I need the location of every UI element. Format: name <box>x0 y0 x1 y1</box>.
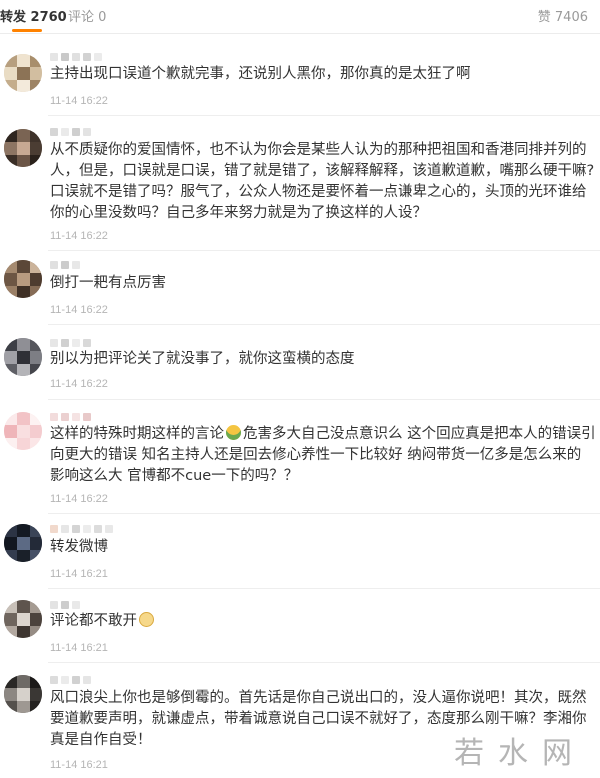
divider <box>48 588 600 589</box>
comment-text: 从不质疑你的爱国情怀，也不认为你会是某些人认为的那种把祖国和香港同排并列的人，但… <box>50 142 595 221</box>
comment-text: 转发微博 <box>50 539 108 555</box>
username-blurred[interactable] <box>50 598 80 612</box>
username-blurred[interactable] <box>50 336 91 350</box>
comment-time: 11-14 16:22 <box>50 95 108 107</box>
comment-text: 主持出现口误道个歉就完事，还说别人黑你，那你真的是太狂了啊 <box>50 66 471 82</box>
melon-emoji-icon <box>226 425 241 440</box>
comment-text-part: 这样的特殊时期这样的言论 <box>50 426 224 442</box>
comment-time: 11-14 16:22 <box>50 304 108 316</box>
divider <box>48 250 600 251</box>
avatar[interactable] <box>4 600 42 638</box>
username-blurred[interactable] <box>50 125 91 139</box>
tab-like[interactable]: 赞 7406 <box>538 6 588 25</box>
username-blurred[interactable] <box>50 673 91 687</box>
comment-text: 别以为把评论关了就没事了，就你这蛮横的态度 <box>50 351 355 367</box>
comment-time: 11-14 16:22 <box>50 378 108 390</box>
avatar[interactable] <box>4 338 42 376</box>
tab-comment[interactable]: 评论 0 <box>68 6 106 25</box>
divider <box>48 115 600 116</box>
username-blurred[interactable] <box>50 50 102 64</box>
comment-text: 这样的特殊时期这样的言论 危害多大自己没点意识么 这个回应真是把本人的错误引向更大… <box>50 424 598 487</box>
comment-text: 倒打一耙有点厉害 <box>50 275 166 291</box>
avatar[interactable] <box>4 54 42 92</box>
avatar[interactable] <box>4 260 42 298</box>
avatar[interactable] <box>4 412 42 450</box>
username-blurred[interactable] <box>50 410 91 424</box>
comment-time: 11-14 16:21 <box>50 759 108 771</box>
avatar[interactable] <box>4 524 42 562</box>
avatar[interactable] <box>4 675 42 713</box>
avatar[interactable] <box>4 129 42 167</box>
divider <box>48 662 600 663</box>
comment-time: 11-14 16:22 <box>50 493 108 505</box>
watermark: 若水网 <box>454 736 586 771</box>
username-blurred[interactable] <box>50 522 113 536</box>
comment-time: 11-14 16:22 <box>50 230 108 242</box>
comment-tabs: 转发 2760 评论 0 赞 7406 <box>0 0 600 34</box>
divider <box>48 513 600 514</box>
comment-text: 评论都不敢开 <box>50 611 598 632</box>
doge-emoji-icon <box>139 612 154 627</box>
divider <box>48 399 600 400</box>
username-blurred[interactable] <box>50 258 80 272</box>
active-tab-indicator <box>12 29 42 32</box>
tab-repost[interactable]: 转发 2760 <box>0 6 67 25</box>
comment-time: 11-14 16:21 <box>50 568 108 580</box>
comment-text-part: 评论都不敢开 <box>50 613 137 629</box>
comment-time: 11-14 16:21 <box>50 642 108 654</box>
divider <box>48 324 600 325</box>
